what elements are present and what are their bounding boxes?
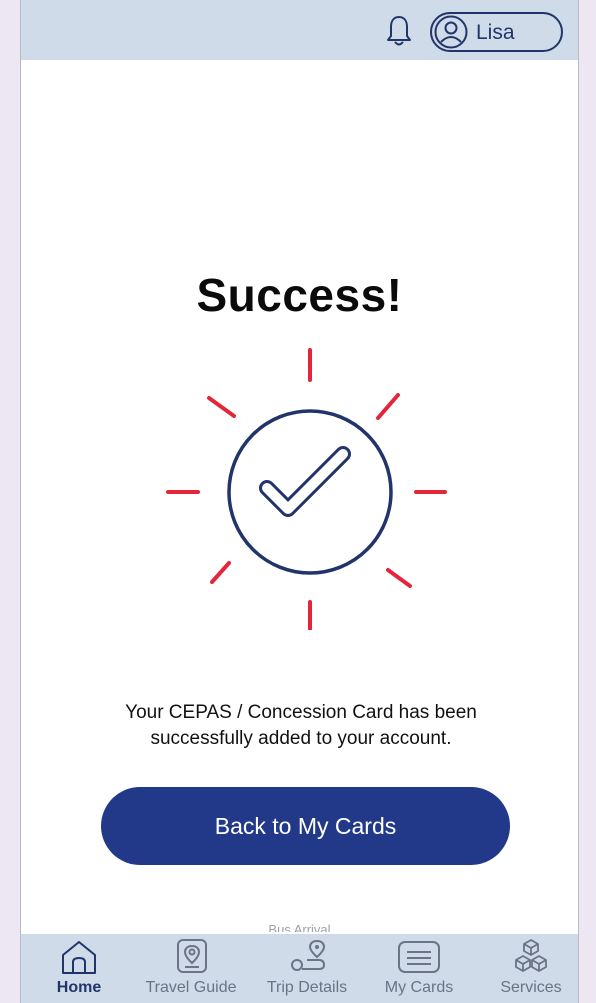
card-icon [398,941,440,973]
message-line-2: successfully added to your account. [150,728,452,749]
bottom-nav: Home Travel Guide Trip Details My Cards … [21,934,578,1003]
nav-label-trip-details: Trip Details [266,979,348,996]
success-check-icon [166,348,447,630]
nav-item-home[interactable]: Home [41,934,117,1003]
bell-icon[interactable] [385,14,413,48]
nav-item-my-cards[interactable]: My Cards [373,934,465,1003]
map-pin-icon [177,939,207,973]
nav-item-services[interactable]: Services [491,934,571,1003]
message-line-1: Your CEPAS / Concession Card has been [125,702,477,723]
services-icon [515,939,547,972]
nav-item-trip-details[interactable]: Trip Details [257,934,357,1003]
background-text: Bus Arrival [268,922,331,932]
route-icon [291,939,326,971]
top-bar: Lisa [21,0,578,60]
app-screen: Lisa Success! Your CEPAS / Concession Ca… [20,0,579,1003]
home-icon [62,941,96,974]
nav-label-home: Home [56,979,102,996]
profile-name: Lisa [476,21,515,44]
nav-item-travel-guide[interactable]: Travel Guide [139,934,243,1003]
avatar-icon [434,15,468,49]
nav-label-my-cards: My Cards [384,979,454,996]
success-message: Your CEPAS / Concession Card has been su… [81,700,521,752]
page-title: Success! [196,269,403,321]
profile-button[interactable]: Lisa [430,12,563,52]
nav-label-services: Services [500,979,562,996]
back-to-my-cards-button[interactable]: Back to My Cards [101,787,510,865]
nav-label-travel-guide: Travel Guide [145,979,237,996]
